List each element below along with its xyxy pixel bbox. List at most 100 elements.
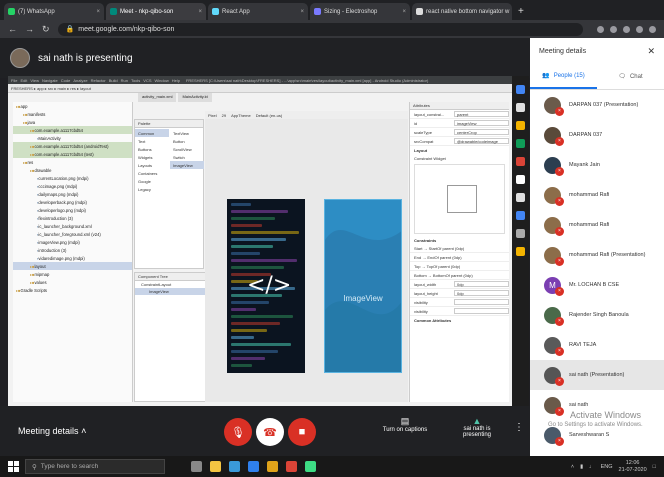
sidebar-app-icon[interactable] bbox=[516, 121, 525, 130]
reload-icon[interactable]: ↻ bbox=[42, 24, 50, 35]
participant-row[interactable]: × RAVI TEJA bbox=[530, 330, 664, 360]
constraint-widget[interactable] bbox=[414, 164, 505, 234]
meeting-details-button[interactable]: Meeting details ˄ bbox=[18, 426, 86, 436]
chrome-icon[interactable] bbox=[267, 461, 278, 472]
palette-group[interactable]: Text bbox=[135, 137, 169, 145]
tree-item[interactable]: ▪ developerlogo.png (mdpi) bbox=[13, 206, 132, 214]
participant-row[interactable]: × mohammad Rafi bbox=[530, 180, 664, 210]
menu-item[interactable]: Tools bbox=[131, 78, 140, 83]
presenting-button[interactable]: ▲ sai nath is presenting bbox=[455, 416, 499, 438]
browser-tab[interactable]: (7) WhatsApp × bbox=[4, 3, 104, 20]
palette-item[interactable]: Button bbox=[170, 137, 204, 145]
tab-people[interactable]: 👥 People (15) bbox=[530, 64, 597, 89]
sidebar-app-icon[interactable] bbox=[516, 247, 525, 256]
menu-item[interactable]: Navigate bbox=[42, 78, 58, 83]
volume-icon[interactable]: ♩ bbox=[589, 464, 595, 470]
file-explorer-icon[interactable] bbox=[210, 461, 221, 472]
tree-item[interactable]: ▸■ Gradle Scripts bbox=[13, 286, 132, 294]
close-icon[interactable]: ✕ bbox=[647, 46, 655, 57]
tree-item[interactable]: ▪ ic_launcher_background.xml bbox=[13, 222, 132, 230]
tree-item[interactable]: ▸■ java bbox=[13, 118, 132, 126]
participant-row[interactable]: × DARPAN 037 bbox=[530, 120, 664, 150]
design-preview[interactable]: </> bbox=[227, 199, 305, 373]
attribute-value[interactable]: 0dp bbox=[454, 290, 509, 296]
attribute-value[interactable]: parent bbox=[454, 111, 509, 117]
attribute-value[interactable]: @drawable/codeimage bbox=[454, 138, 509, 144]
tree-item[interactable]: ▸■ values bbox=[13, 278, 132, 286]
menu-item[interactable]: Run bbox=[121, 78, 128, 83]
menu-item[interactable]: Help bbox=[172, 78, 180, 83]
participant-row[interactable]: × sai nath (Presentation) bbox=[530, 360, 664, 390]
palette-group[interactable]: Widgets bbox=[135, 153, 169, 161]
tree-item[interactable]: ▪ developerback.png (mdpi) bbox=[13, 198, 132, 206]
palette-group[interactable]: Layouts bbox=[135, 161, 169, 169]
back-icon[interactable]: ← bbox=[8, 24, 17, 34]
camera-off-button[interactable]: ■ bbox=[288, 418, 316, 446]
tree-item[interactable]: ▪ vidaredimage.png (mdpi) bbox=[13, 254, 132, 262]
extension-icon[interactable] bbox=[610, 25, 617, 33]
participant-row[interactable]: × mohammad Rafi (Presentation) bbox=[530, 240, 664, 270]
participant-row[interactable]: × DARPAN 037 (Presentation) bbox=[530, 90, 664, 120]
sidebar-app-icon[interactable] bbox=[516, 103, 525, 112]
attribute-value[interactable]: 0dp bbox=[454, 281, 509, 287]
constraints-section[interactable]: Constraints bbox=[410, 236, 509, 244]
task-view-icon[interactable] bbox=[191, 461, 202, 472]
forward-icon[interactable]: → bbox=[25, 24, 34, 34]
layout-section[interactable]: Layout bbox=[410, 146, 509, 154]
windows-start-icon[interactable] bbox=[8, 461, 19, 472]
language-indicator[interactable]: ENG bbox=[601, 464, 613, 470]
menu-item[interactable]: File bbox=[11, 78, 17, 83]
blueprint-preview[interactable]: ImageView bbox=[324, 199, 402, 373]
menu-item[interactable]: Code bbox=[61, 78, 71, 83]
sidebar-app-icon[interactable] bbox=[516, 157, 525, 166]
sidebar-app-icon[interactable] bbox=[516, 85, 525, 94]
chrome-icon[interactable] bbox=[286, 461, 297, 472]
sidebar-app-icon[interactable] bbox=[516, 229, 525, 238]
constraint-row[interactable]: End → EndOf parent (0dp) bbox=[410, 253, 509, 262]
design-toolbar-item[interactable]: AppTheme bbox=[231, 113, 251, 118]
menu-item[interactable]: Refactor bbox=[91, 78, 106, 83]
common-attributes-section[interactable]: Common Attributes bbox=[410, 316, 509, 324]
taskbar-search[interactable]: ⚲ Type here to search bbox=[25, 459, 165, 474]
tree-item[interactable]: ▸■ layout bbox=[13, 262, 132, 270]
extension-icon[interactable] bbox=[623, 25, 630, 33]
tree-item[interactable]: ▸■ mipmap bbox=[13, 270, 132, 278]
tree-item[interactable]: ▸■ res bbox=[13, 158, 132, 166]
editor-tab[interactable]: activity_main.xml bbox=[138, 93, 177, 102]
browser-tab[interactable]: Meet - nkp-qibo-son × bbox=[106, 3, 206, 20]
palette-item[interactable]: TextView bbox=[170, 129, 204, 137]
tree-item[interactable]: ▸■ com.example.a1117cbd54 bbox=[13, 126, 132, 134]
close-icon[interactable]: × bbox=[402, 9, 406, 15]
notification-icon[interactable]: □ bbox=[653, 464, 656, 470]
tab-chat[interactable]: 🗨 Chat bbox=[597, 64, 664, 89]
tree-item[interactable]: ▪ ic_launcher_foreground.xml (v24) bbox=[13, 230, 132, 238]
extension-icon[interactable] bbox=[636, 25, 643, 33]
browser-tab[interactable]: react native bottom navigator w× bbox=[412, 3, 512, 20]
vscode-icon[interactable] bbox=[248, 461, 259, 472]
network-icon[interactable]: ▮ bbox=[580, 464, 583, 470]
sidebar-app-icon[interactable] bbox=[516, 139, 525, 148]
close-icon[interactable]: × bbox=[96, 9, 100, 15]
clock[interactable]: 12:06 21-07-2020 bbox=[619, 460, 647, 474]
design-toolbar-item[interactable]: Default (en-us) bbox=[256, 113, 282, 118]
design-toolbar-item[interactable]: Pixel bbox=[208, 113, 217, 118]
tree-item[interactable]: ▸■ com.example.a1117cbd54 (test) bbox=[13, 150, 132, 158]
design-toolbar-item[interactable]: 29 bbox=[222, 113, 226, 118]
tree-item[interactable]: ▪ imageView.png (mdpi) bbox=[13, 238, 132, 246]
menu-item[interactable]: Edit bbox=[20, 78, 27, 83]
close-icon[interactable]: × bbox=[198, 9, 202, 15]
leave-call-button[interactable]: ☎ bbox=[256, 418, 284, 446]
tree-item[interactable]: ▪ dailymaps.png (mdpi) bbox=[13, 190, 132, 198]
constraint-row[interactable]: Start → StartOf parent (0dp) bbox=[410, 244, 509, 253]
attribute-value[interactable]: centerCrop bbox=[454, 129, 509, 135]
browser-tab[interactable]: React App × bbox=[208, 3, 308, 20]
sidebar-app-icon[interactable] bbox=[516, 211, 525, 220]
constraint-row[interactable]: Top → TopOf parent (0dp) bbox=[410, 262, 509, 271]
palette-group[interactable]: Legacy bbox=[135, 185, 169, 193]
palette-item[interactable]: ScrollView bbox=[170, 145, 204, 153]
profile-icon[interactable] bbox=[649, 25, 656, 33]
tree-item[interactable]: ▪ MainActivity bbox=[13, 134, 132, 142]
attribute-value[interactable] bbox=[454, 299, 509, 305]
attribute-value[interactable]: imageView bbox=[454, 120, 509, 126]
menu-item[interactable]: View bbox=[30, 78, 39, 83]
